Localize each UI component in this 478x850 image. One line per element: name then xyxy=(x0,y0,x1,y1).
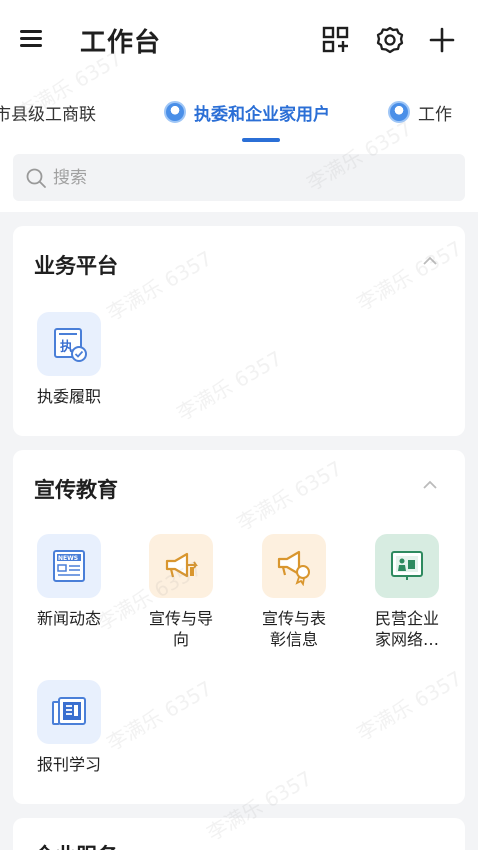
page-title: 工作台 xyxy=(80,28,162,58)
hamburger-menu-icon[interactable] xyxy=(20,28,44,50)
grid-item-private-entrepreneur-network[interactable]: 民营企业 家网络… xyxy=(357,534,457,650)
active-tab-indicator xyxy=(242,138,280,142)
svg-text:执: 执 xyxy=(60,339,73,355)
search-input[interactable] xyxy=(53,167,433,188)
grid-item-publicity-commendation[interactable]: 宣传与表 彰信息 xyxy=(244,534,344,650)
tab-city-county-federation[interactable]: 市县级工商联 xyxy=(0,98,96,126)
grid-item-label: 新闻动态 xyxy=(36,609,101,628)
megaphone-icon xyxy=(149,534,213,598)
grid-item-label: 宣传与表 彰信息 xyxy=(261,609,326,649)
grid-item-label: 执委履职 xyxy=(36,387,101,406)
tab-globe-icon xyxy=(388,101,410,123)
section-title: 业务平台 xyxy=(34,254,118,278)
section-title: 企业服务 xyxy=(34,840,118,850)
tab-label: 市县级工商联 xyxy=(0,104,96,125)
megaphone-award-icon xyxy=(262,534,326,598)
section-title: 宣传教育 xyxy=(34,478,118,502)
tab-work[interactable]: 工作 xyxy=(388,98,452,126)
online-classroom-icon xyxy=(375,534,439,598)
grid-item-newspaper-study[interactable]: 报刊学习 xyxy=(19,680,119,775)
grid-item-label: 民营企业 家网络… xyxy=(374,609,439,649)
grid-item-executive-duty[interactable]: 执 执委履职 xyxy=(19,312,119,407)
grid-item-publicity-guidance[interactable]: 宣传与导 向 xyxy=(131,534,231,650)
executive-duty-icon: 执 xyxy=(37,312,101,376)
svg-text:NEWS: NEWS xyxy=(58,555,78,562)
top-bar: 工作台 xyxy=(0,0,478,84)
search-icon xyxy=(26,168,46,188)
tab-label: 执委和企业家用户 xyxy=(194,104,330,125)
grid-item-label: 报刊学习 xyxy=(36,755,101,774)
plus-icon[interactable] xyxy=(428,26,456,54)
section-publicity-education: 宣传教育 NEWS 新闻动态 宣传与导 向 宣传与表 彰信息 民营企业 家网络…… xyxy=(13,450,465,804)
search-box[interactable] xyxy=(13,154,465,201)
grid-item-label: 宣传与导 向 xyxy=(148,609,213,649)
news-icon: NEWS xyxy=(37,534,101,598)
tab-executive-entrepreneur[interactable]: 执委和企业家用户 xyxy=(164,98,330,126)
grid-item-news[interactable]: NEWS 新闻动态 xyxy=(19,534,119,629)
section-enterprise-service: 企业服务 xyxy=(13,818,465,850)
tab-label: 工作 xyxy=(418,104,452,125)
qr-scan-icon[interactable] xyxy=(322,26,350,54)
search-area xyxy=(0,146,478,212)
chevron-up-icon[interactable] xyxy=(421,254,439,268)
gear-icon[interactable] xyxy=(376,26,404,54)
tab-bar: 市县级工商联 执委和企业家用户 工作 xyxy=(0,84,478,146)
newspaper-icon xyxy=(37,680,101,744)
chevron-up-icon[interactable] xyxy=(421,478,439,492)
section-business-platform: 业务平台 执 执委履职 xyxy=(13,226,465,436)
tab-globe-icon xyxy=(164,101,186,123)
